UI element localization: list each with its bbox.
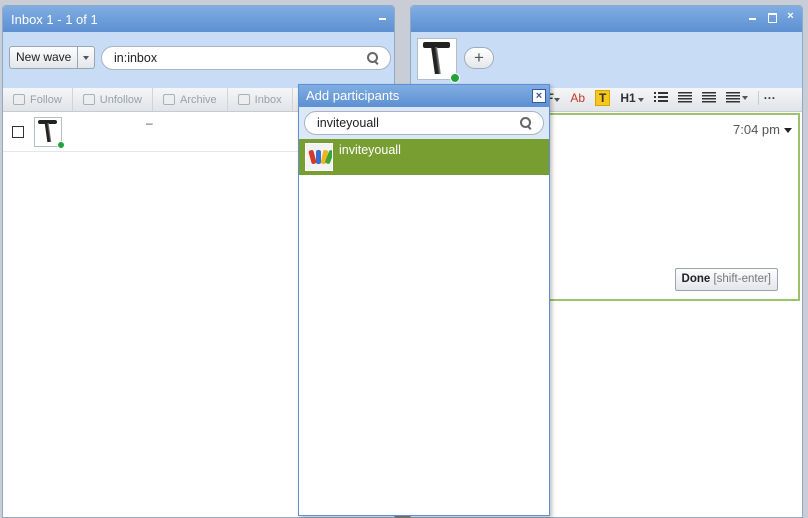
wave-participants-area: + (411, 32, 802, 88)
align-button[interactable] (725, 92, 748, 104)
add-participants-dialog: Add participants × inviteyouall inviteyo… (298, 84, 550, 516)
chevron-down-icon (741, 96, 748, 100)
avatar-image (36, 118, 60, 145)
bullet-list-icon[interactable] (653, 92, 668, 104)
add-participants-title: Add participants (306, 88, 400, 103)
done-shortcut: [shift-enter] (713, 273, 771, 285)
wave-titlebar: × (411, 6, 802, 32)
search-icon[interactable] (367, 51, 380, 65)
archive-icon (162, 94, 175, 105)
inbox-title: Inbox 1 - 1 of 1 (11, 11, 98, 27)
participant-search-input[interactable]: inviteyouall (304, 111, 544, 135)
participant-result-item[interactable]: inviteyouall (299, 139, 549, 175)
online-status-icon (57, 140, 65, 149)
archive-label: Archive (179, 93, 217, 106)
heading-button[interactable]: H1 (620, 91, 644, 105)
avatar (34, 116, 65, 149)
more-options-button[interactable]: ··· (757, 91, 776, 105)
unfollow-label: Unfollow (99, 93, 142, 106)
inbox-search-input[interactable]: in:inbox (101, 46, 391, 70)
inbox-button[interactable]: Inbox (228, 88, 293, 111)
chevron-down-icon (637, 98, 644, 102)
new-wave-button[interactable]: New wave (10, 47, 79, 68)
chevron-down-icon (554, 98, 561, 102)
inbox-search-value: in:inbox (114, 51, 158, 65)
add-participant-button[interactable]: + (464, 47, 494, 69)
blip-timestamp: 7:04 pm (733, 122, 780, 137)
add-participants-titlebar: Add participants × (299, 85, 549, 107)
contact-avatar (305, 143, 333, 171)
heading-label: H1 (620, 91, 636, 105)
formatting-toolbar: F Ab T H1 ··· (546, 87, 776, 109)
align-icon (725, 92, 740, 104)
done-label: Done (681, 273, 711, 285)
maximize-icon[interactable] (766, 11, 777, 23)
close-icon[interactable]: × (785, 11, 796, 22)
outdent-icon[interactable] (701, 92, 716, 104)
wave-checkbox[interactable] (12, 125, 24, 138)
inbox-search-area: New wave in:inbox (3, 32, 394, 88)
unfollow-button[interactable]: Unfollow (73, 88, 153, 111)
indent-icon[interactable] (677, 92, 692, 104)
unfollow-icon (82, 94, 95, 105)
search-icon[interactable] (520, 116, 533, 130)
inbox-icon (237, 94, 250, 105)
participant-search-area: inviteyouall (299, 107, 549, 139)
participant-avatar[interactable] (417, 38, 460, 83)
online-status-icon (450, 73, 460, 83)
chevron-down-icon (83, 55, 90, 60)
wave-snippet: – (146, 115, 153, 130)
follow-icon (13, 94, 25, 105)
inbox-label: Inbox (254, 93, 282, 106)
archive-button[interactable]: Archive (153, 88, 228, 111)
blip-editor[interactable]: 7:04 pm Done [shift-enter] (548, 113, 800, 301)
highlight-button[interactable]: T (595, 90, 611, 106)
new-wave-button-group: New wave (9, 46, 96, 69)
close-icon[interactable]: × (532, 89, 546, 103)
text-color-button[interactable]: Ab (570, 91, 585, 105)
minimize-icon[interactable] (377, 11, 388, 22)
minimize-icon[interactable] (747, 11, 758, 22)
done-button[interactable]: Done [shift-enter] (674, 268, 778, 291)
inbox-titlebar: Inbox 1 - 1 of 1 (3, 6, 394, 32)
new-wave-dropdown[interactable] (78, 47, 94, 68)
follow-label: Follow (30, 93, 62, 106)
avatar-image (419, 40, 455, 78)
participant-search-value: inviteyouall (317, 116, 379, 130)
blip-menu-chevron-icon[interactable] (784, 128, 792, 133)
follow-button[interactable]: Follow (3, 88, 73, 111)
participant-result-name: inviteyouall (339, 143, 401, 157)
